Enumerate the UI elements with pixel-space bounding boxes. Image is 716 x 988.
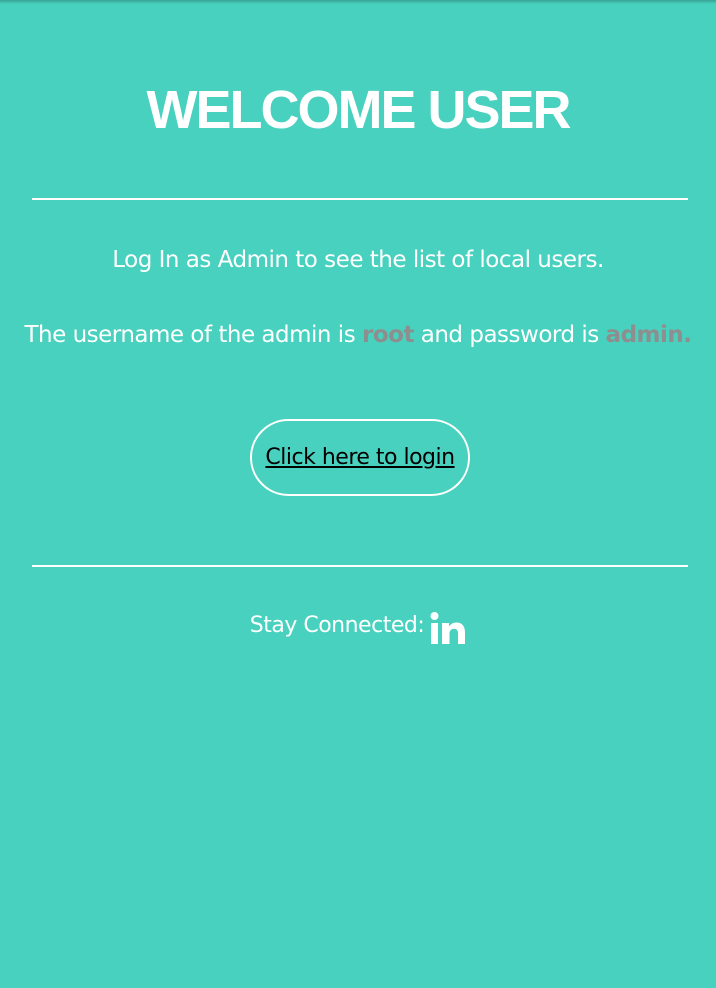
top-shadow	[0, 0, 716, 4]
credentials-prefix: The username of the admin is	[24, 322, 362, 348]
credentials-text: The username of the admin is root and pa…	[0, 322, 716, 348]
login-button[interactable]: Click here to login	[250, 419, 470, 496]
page-title: WELCOME USER	[146, 80, 571, 140]
credentials-middle: and password is	[413, 322, 606, 348]
linkedin-icon[interactable]	[430, 610, 466, 646]
stay-connected-label: Stay Connected:	[249, 613, 425, 638]
social-section: Stay Connected:	[0, 606, 716, 646]
admin-password: admin.	[605, 322, 692, 348]
bottom-divider	[32, 565, 688, 567]
admin-info-text: Log In as Admin to see the list of local…	[112, 247, 604, 273]
login-link[interactable]: Click here to login	[265, 445, 455, 470]
top-divider	[32, 198, 688, 200]
admin-username: root	[362, 322, 414, 348]
